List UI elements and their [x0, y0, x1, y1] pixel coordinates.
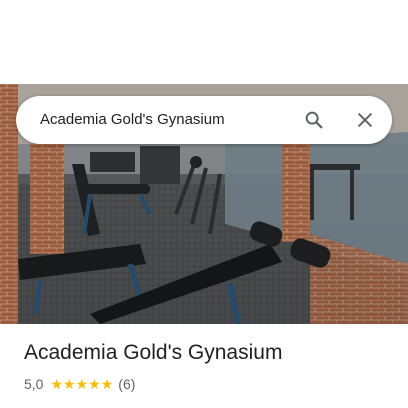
star-icon: ★ — [50, 376, 64, 392]
rating-row[interactable]: 5,0 ★ ★ ★ ★ ★ (6) — [24, 376, 135, 392]
review-count[interactable]: (6) — [118, 376, 135, 392]
place-info-panel: Academia Gold's Gynasium 5,0 ★ ★ ★ ★ ★ (6) — [0, 324, 408, 408]
rating-value: 5,0 — [24, 376, 44, 392]
place-title: Academia Gold's Gynasium — [24, 341, 283, 364]
close-button[interactable] — [349, 104, 381, 136]
close-icon — [358, 113, 372, 127]
star-icon: ★ — [63, 376, 76, 392]
search-input[interactable]: Academia Gold's Gynasium — [40, 96, 225, 144]
rating-stars: ★ ★ ★ ★ ★ — [50, 377, 113, 391]
star-icon: ★ — [88, 376, 101, 392]
search-bar[interactable]: Academia Gold's Gynasium — [16, 96, 392, 144]
search-button[interactable] — [298, 104, 330, 136]
star-icon: ★ — [75, 376, 89, 392]
star-icon: ★ — [100, 376, 114, 392]
search-icon — [305, 111, 323, 129]
